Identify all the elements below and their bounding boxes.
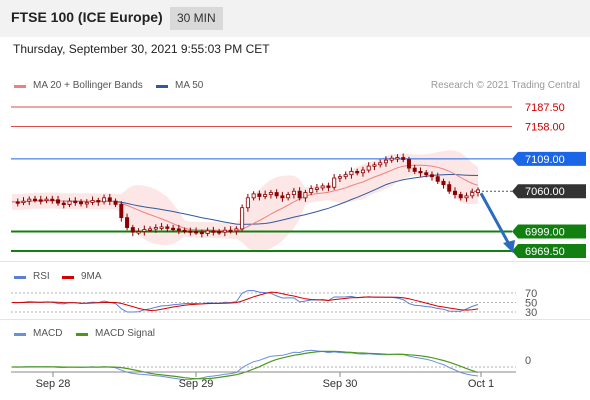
rsi-level-label-2: 30 [525, 307, 537, 319]
candle-body-62 [366, 165, 371, 171]
candle-body-78 [458, 194, 463, 199]
candle-body-46 [274, 192, 279, 197]
candle-body-47 [280, 195, 285, 199]
candle-body-10 [67, 200, 72, 205]
candle-body-64 [378, 162, 383, 166]
candle-body-61 [360, 169, 365, 174]
candle-body-60 [355, 171, 360, 174]
x-tick-label-0: Sep 28 [36, 378, 71, 390]
x-tick-label-2: Sep 30 [323, 378, 358, 390]
candle-body-36 [217, 231, 222, 234]
candle-body-13 [84, 202, 89, 205]
x-tick-label-1: Sep 29 [179, 378, 214, 390]
candle-body-3 [27, 198, 32, 202]
candle-body-49 [291, 190, 296, 195]
candle-body-14 [90, 200, 95, 203]
candle-body-2 [21, 200, 26, 204]
candle-body-35 [211, 230, 216, 233]
candle-body-21 [130, 227, 135, 233]
level-label-1: 7158.00 [525, 121, 565, 133]
rsi-line [11, 290, 479, 313]
projection-arrow-shaft [479, 192, 512, 247]
candle-body-76 [447, 184, 452, 192]
candle-body-12 [79, 201, 84, 205]
candle-body-25 [153, 227, 158, 230]
price-chart: 7187.50 7158.00 7109.00 7060.00 6999.00 6969.… [11, 102, 586, 390]
candle-body-52 [309, 188, 314, 193]
candle-body-65 [383, 159, 388, 164]
candle-body-9 [61, 202, 66, 206]
candle-body-23 [142, 229, 147, 232]
level-label-3: 7060.00 [525, 186, 565, 198]
candle-body-11 [73, 200, 78, 204]
candle-body-79 [464, 195, 469, 199]
candle-body-28 [171, 227, 176, 231]
candle-body-17 [107, 197, 112, 202]
candle-body-22 [136, 231, 141, 234]
candle-body-7 [50, 198, 55, 202]
candle-body-39 [234, 228, 239, 232]
candle-body-77 [452, 190, 457, 195]
level-label-0: 7187.50 [525, 102, 565, 114]
candle-body-69 [406, 159, 411, 169]
x-tick-label-3: Oct 1 [468, 378, 494, 390]
candle-body-48 [286, 194, 291, 199]
candle-body-44 [263, 194, 268, 197]
candle-body-20 [125, 217, 130, 228]
candle-body-67 [395, 157, 400, 160]
candle-body-16 [102, 197, 107, 203]
candle-body-55 [326, 185, 331, 188]
candle-body-31 [188, 230, 193, 233]
candle-body-59 [349, 171, 354, 176]
candle-body-70 [412, 167, 417, 172]
candle-body-34 [205, 230, 210, 234]
level-label-4: 6999.00 [525, 227, 565, 239]
candle-body-30 [182, 229, 187, 233]
macd-level-label: 0 [525, 355, 531, 367]
candle-body-4 [33, 198, 38, 202]
candle-body-38 [228, 229, 233, 233]
candle-body-1 [15, 201, 20, 204]
candle-body-66 [389, 157, 394, 161]
candle-body-71 [418, 171, 423, 174]
candle-body-68 [401, 157, 406, 160]
candle-body-24 [148, 228, 153, 231]
candle-body-80 [470, 192, 475, 197]
candle-body-26 [159, 226, 164, 229]
candle-body-27 [165, 226, 170, 229]
candle-body-5 [38, 199, 43, 202]
candle-body-50 [297, 190, 302, 199]
candle-body-18 [113, 200, 118, 205]
level-label-5: 6969.50 [525, 246, 565, 258]
candle-body-81 [475, 189, 480, 193]
candle-body-57 [337, 176, 342, 179]
candle-body-54 [320, 185, 325, 189]
candle-body-63 [372, 164, 377, 167]
candle-body-33 [199, 231, 204, 235]
candle-body-15 [96, 200, 101, 203]
candle-body-72 [424, 172, 429, 176]
candle-body-19 [119, 204, 124, 219]
candle-body-56 [332, 177, 337, 188]
candle-body-8 [56, 199, 61, 204]
candle-body-43 [257, 193, 262, 197]
candle-body-75 [441, 180, 446, 186]
candle-body-42 [251, 193, 256, 199]
level-label-2: 7109.00 [525, 154, 565, 166]
candle-body-51 [303, 192, 308, 199]
candle-body-73 [429, 174, 434, 178]
candle-body-53 [314, 187, 319, 190]
candle-body-74 [435, 176, 440, 182]
candle-body-45 [268, 192, 273, 195]
candle-body-40 [240, 207, 245, 230]
candle-body-58 [343, 174, 348, 178]
candle-body-6 [44, 198, 49, 202]
rsi-signal-line [11, 291, 479, 312]
candle-body-29 [176, 228, 181, 231]
candle-body-32 [194, 231, 199, 234]
candle-body-41 [245, 197, 250, 209]
candle-body-37 [222, 229, 227, 233]
